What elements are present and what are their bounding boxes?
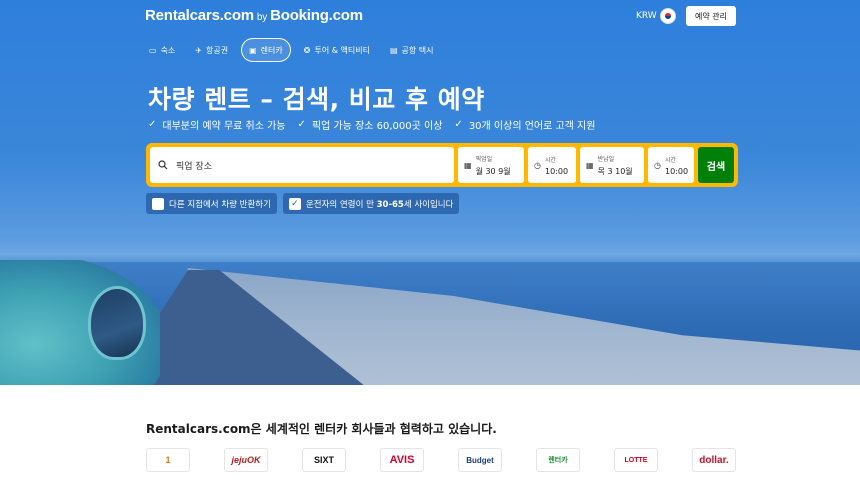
attractions-icon: ❂ — [303, 45, 311, 55]
bed-icon: ▭ — [149, 45, 157, 55]
currency-selector[interactable]: KRW — [636, 11, 657, 21]
calendar-icon: ▦ — [586, 160, 594, 170]
pickup-location-input[interactable]: 픽업 장소 — [150, 147, 454, 183]
partner-logo-budget: Budget — [458, 448, 502, 472]
partner-logo-sixt: SIXT — [302, 448, 346, 472]
different-return-location-option[interactable]: 다른 지점에서 차량 반환하기 — [146, 193, 277, 214]
search-button[interactable]: 검색 — [698, 147, 734, 183]
manage-booking-button[interactable]: 예약 관리 — [686, 6, 736, 26]
check-icon: ✓ — [454, 119, 463, 130]
nav-item-attractions[interactable]: ❂ 투어 & 액티비티 — [297, 38, 377, 62]
site-logo[interactable]: Rentalcars.com by Booking.com — [145, 7, 363, 24]
plane-icon: ✈ — [195, 45, 202, 55]
calendar-icon: ▦ — [464, 160, 472, 170]
nav-item-flights[interactable]: ✈ 항공권 — [188, 38, 235, 62]
partner-logo-1: 1 — [146, 448, 190, 472]
driver-age-option[interactable]: ✓ 운전자의 연령이 만 30-65세 사이입니다 — [282, 193, 460, 214]
partner-logos: 1 jejuOK SIXT AVIS Budget 렌터카 LOTTE doll… — [146, 448, 736, 472]
clock-icon: ◷ — [534, 160, 541, 170]
check-icon: ✓ — [297, 119, 306, 130]
top-bar: Rentalcars.com by Booking.com KRW 예약 관리 — [0, 0, 860, 34]
partner-logo-green: 렌터카 — [536, 448, 580, 472]
checkbox-unchecked[interactable] — [152, 197, 164, 210]
checkbox-checked[interactable]: ✓ — [288, 197, 301, 210]
nav-item-car-rental[interactable]: ▣ 렌터카 — [241, 38, 291, 62]
feature-item: ✓ 30개 이상의 언어로 고객 지원 — [454, 119, 596, 132]
pickup-time-field[interactable]: ◷ 시간 10:00 — [528, 147, 576, 183]
feature-item: ✓ 대부분의 예약 무료 취소 가능 — [148, 119, 286, 132]
partners-heading: Rentalcars.com은 세계적인 렌터카 회사들과 협력하고 있습니다. — [146, 422, 497, 436]
partner-logo-jejuok: jejuOK — [224, 448, 268, 472]
search-icon — [158, 160, 168, 170]
partner-logo-dollar: dollar. — [692, 448, 736, 472]
partner-logo-avis: AVIS — [380, 448, 424, 472]
return-date-field[interactable]: ▦ 반납일 목 3 10월 — [580, 147, 644, 183]
taxi-icon: ▤ — [389, 45, 398, 55]
pickup-date-field[interactable]: ▦ 픽업일 월 30 9월 — [458, 147, 524, 183]
partner-logo-lotte: LOTTE — [614, 448, 658, 472]
check-icon: ✓ — [148, 119, 157, 130]
clock-icon: ◷ — [654, 160, 661, 170]
nav-item-stays[interactable]: ▭ 숙소 — [142, 38, 182, 62]
feature-item: ✓ 픽업 가능 장소 60,000곳 이상 — [297, 119, 443, 132]
language-flag-icon[interactable] — [660, 8, 676, 24]
search-options: 다른 지점에서 차량 반환하기 ✓ 운전자의 연령이 만 30-65세 사이입니… — [146, 193, 460, 214]
side-mirror-image — [88, 286, 146, 360]
car-icon: ▣ — [249, 45, 257, 55]
page-title: 차량 렌트 – 검색, 비교 후 예약 — [148, 85, 485, 114]
feature-list: ✓ 대부분의 예약 무료 취소 가능 ✓ 픽업 가능 장소 60,000곳 이상… — [148, 117, 595, 132]
search-box: 픽업 장소 ▦ 픽업일 월 30 9월 ◷ 시간 10:00 ▦ 반납일 목 3… — [146, 143, 738, 187]
hero-section: Rentalcars.com by Booking.com KRW 예약 관리 ▭ … — [0, 0, 860, 385]
return-time-field[interactable]: ◷ 시간 10:00 — [648, 147, 694, 183]
nav-item-airport-taxi[interactable]: ▤ 공항 택시 — [383, 38, 441, 62]
main-nav: ▭ 숙소 ✈ 항공권 ▣ 렌터카 ❂ 투어 & 액티비티 ▤ 공항 택시 — [142, 38, 440, 62]
